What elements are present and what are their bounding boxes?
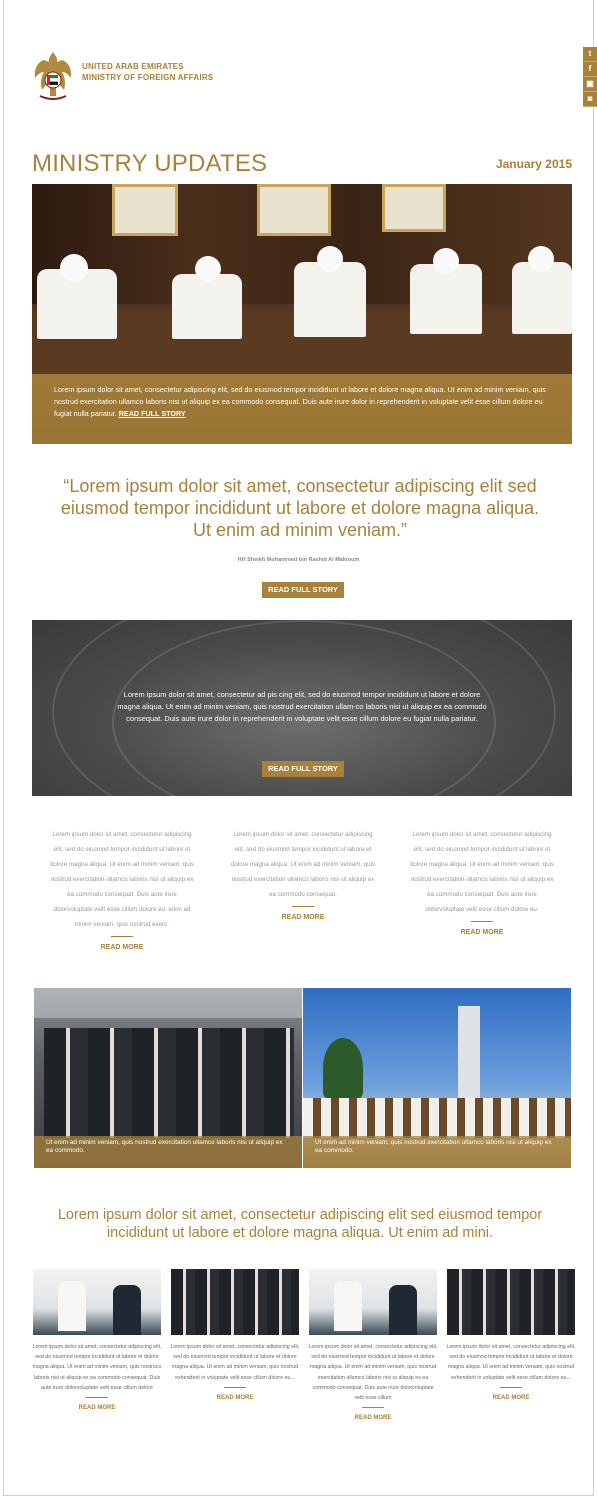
card-image[interactable] (171, 1269, 299, 1335)
read-more-link[interactable]: READ MORE (445, 1392, 577, 1404)
read-more-link[interactable]: READ MORE (31, 1402, 163, 1414)
read-more-link[interactable]: READ MORE (307, 1412, 439, 1424)
card-text: Lorem ipsum dolor sit amet, consectetur … (31, 1342, 163, 1414)
organization-name: UNITED ARAB EMIRATES MINISTRY OF FOREIGN… (82, 62, 214, 82)
photo-caption: Ut enim ad minim veniam, quis nostrud ex… (303, 1136, 571, 1168)
portrait-frame (257, 184, 331, 236)
hero-image[interactable]: Lorem ipsum dolor sit amet, consectetur … (32, 184, 572, 444)
divider (86, 1397, 108, 1399)
youtube-icon[interactable]: ▣ (583, 77, 597, 92)
card-image[interactable] (447, 1269, 575, 1335)
divider (224, 1386, 246, 1388)
photo-person (113, 1285, 141, 1335)
person (294, 262, 366, 337)
card-image[interactable] (33, 1269, 161, 1335)
facebook-icon[interactable]: f (583, 62, 597, 77)
issue-date: January 2015 (495, 157, 572, 171)
card-text: Lorem ipsum dolor sit amet, consectetur … (169, 1342, 301, 1404)
banner-read-full-story-button[interactable]: READ FULL STORY (262, 761, 344, 777)
read-full-story-link[interactable]: READ FULL STORY (119, 409, 186, 418)
uae-eagle-emblem-icon (34, 52, 72, 100)
read-more-link[interactable]: READ MORE (407, 926, 557, 940)
person-head (195, 256, 221, 282)
photo-person (334, 1281, 362, 1331)
read-full-story-button[interactable]: READ FULL STORY (262, 582, 344, 598)
article-column: Lorem ipsum dolor sit amet, consectetur … (228, 827, 378, 925)
photo-person (389, 1285, 417, 1335)
article-column: Lorem ipsum dolor sit amet, consectetur … (47, 827, 197, 955)
photo-person (58, 1281, 86, 1331)
divider (471, 921, 493, 922)
article-column: Lorem ipsum dolor sit amet, consectetur … (407, 827, 557, 940)
featured-quote: “Lorem ipsum dolor sit amet, consectetur… (60, 476, 540, 540)
card-image[interactable] (309, 1269, 437, 1335)
divider (292, 906, 314, 907)
card-text: Lorem ipsum dolor sit amet, consectetur … (307, 1342, 439, 1424)
photo-caption: Ut enim ad minim veniam, quis nostrud ex… (34, 1136, 302, 1168)
photo-palm (323, 1038, 363, 1098)
person (512, 262, 572, 334)
group-photo[interactable]: Ut enim ad minim veniam, quis nostrud ex… (34, 988, 302, 1168)
quote-author: HH Sheikh Mohammed bin Rashid Al Maktoum (237, 557, 360, 563)
hero-caption: Lorem ipsum dolor sit amet, consectetur … (32, 374, 572, 444)
person-head (60, 254, 88, 282)
portrait-frame (112, 184, 178, 236)
person (410, 264, 482, 334)
person-head (317, 246, 343, 272)
portrait-frame (382, 184, 446, 232)
read-more-link[interactable]: READ MORE (47, 941, 197, 955)
twitter-icon[interactable]: t (583, 47, 597, 62)
person (172, 274, 242, 339)
secondary-quote: Lorem ipsum dolor sit amet, consectetur … (57, 1207, 543, 1241)
photo-horses (303, 1098, 571, 1138)
divider (500, 1386, 522, 1388)
read-more-link[interactable]: READ MORE (228, 911, 378, 925)
card-text: Lorem ipsum dolor sit amet, consectetur … (445, 1342, 577, 1404)
person-head (528, 246, 554, 272)
read-more-link[interactable]: READ MORE (169, 1392, 301, 1404)
photo-people (44, 1028, 294, 1138)
divider (362, 1407, 384, 1409)
parade-photo[interactable]: Ut enim ad minim veniam, quis nostrud ex… (303, 988, 571, 1168)
person-head (433, 248, 459, 274)
instagram-icon[interactable]: ◙ (583, 92, 597, 107)
divider (111, 936, 133, 937)
social-bar: t f ▣ ◙ (583, 47, 597, 107)
page-title: MINISTRY UPDATES (32, 150, 268, 177)
photo-backdrop (34, 988, 302, 1018)
banner-text: Lorem ipsum dolor sit amet, consectetur … (117, 690, 487, 723)
